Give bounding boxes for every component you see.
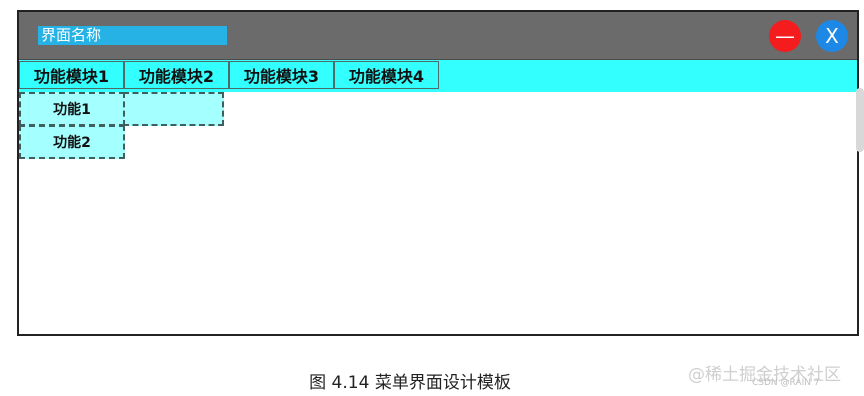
close-icon: X (825, 24, 839, 48)
submenu-item-function-2[interactable]: 功能2 (19, 125, 125, 159)
scrollbar-thumb[interactable] (856, 88, 864, 152)
app-window: 界面名称 — X 功能模块1 功能模块2 功能模块3 功能模块4 功能1 功能2 (17, 10, 859, 336)
page: 界面名称 — X 功能模块1 功能模块2 功能模块3 功能模块4 功能1 功能2… (0, 0, 864, 396)
minimize-button[interactable]: — (769, 20, 801, 52)
submenu-item-function-1[interactable]: 功能1 (19, 92, 125, 126)
menu-bar: 功能模块1 功能模块2 功能模块3 功能模块4 (19, 60, 857, 92)
minimize-icon: — (775, 24, 795, 48)
menu-item-module-3[interactable]: 功能模块3 (229, 61, 334, 89)
watermark-small: CSDN @RAIN 7 (752, 378, 820, 388)
close-button[interactable]: X (816, 20, 848, 52)
title-bar: 界面名称 — X (19, 12, 857, 60)
window-title: 界面名称 (38, 26, 227, 45)
submenu-item-empty[interactable] (123, 92, 224, 126)
menu-item-module-1[interactable]: 功能模块1 (19, 61, 124, 89)
menu-item-module-2[interactable]: 功能模块2 (124, 61, 229, 89)
menu-item-module-4[interactable]: 功能模块4 (334, 61, 439, 89)
